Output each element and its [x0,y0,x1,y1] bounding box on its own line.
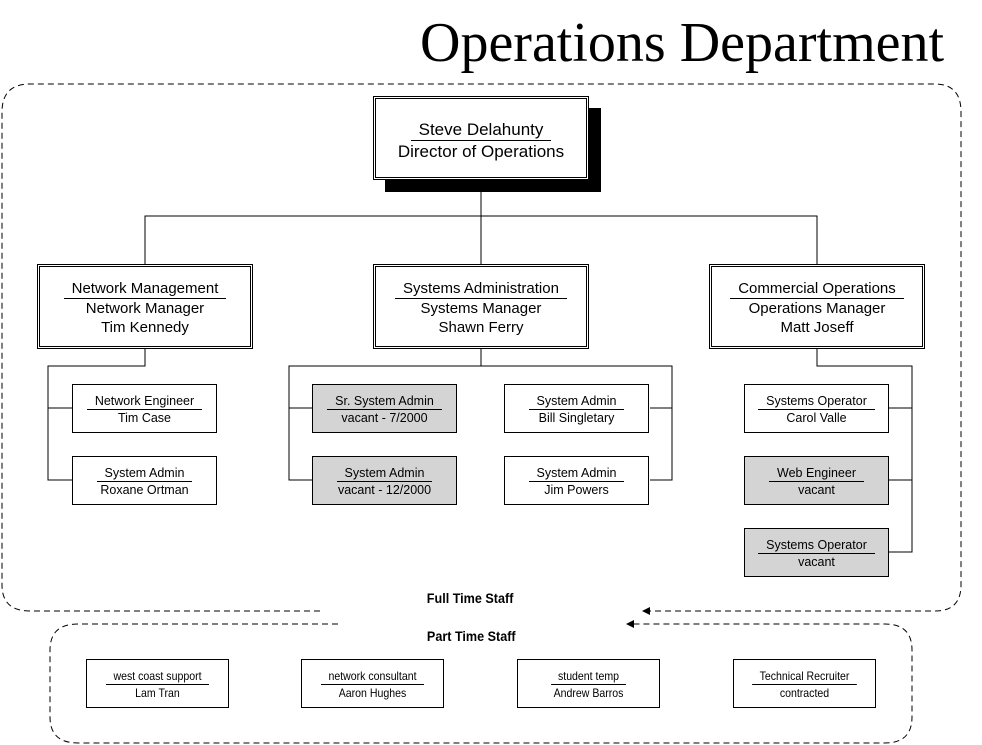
manager-box-systems[interactable]: Systems Administration Systems Manager S… [373,264,589,349]
staff-box-vacant[interactable]: Sr. System Admin vacant - 7/2000 [312,384,457,433]
director-title: Director of Operations [397,142,565,161]
part-time-box[interactable]: student temp Andrew Barros [517,659,660,708]
staff-role: System Admin [336,465,433,482]
staff-box-vacant[interactable]: Systems Operator vacant [744,528,889,577]
manager-role: Operations Manager [748,300,886,317]
manager-name: Tim Kennedy [101,319,189,336]
manager-name: Matt Joseff [780,319,854,336]
staff-name: Tim Case [117,411,171,425]
staff-name: Bill Singletary [538,411,615,425]
staff-role: Sr. System Admin [327,393,442,410]
staff-role: System Admin [96,465,193,482]
staff-role: System Admin [528,465,625,482]
staff-name: vacant - 12/2000 [337,483,432,497]
staff-role: System Admin [528,393,625,410]
manager-role: Systems Manager [420,300,542,317]
staff-box-vacant[interactable]: Web Engineer vacant [744,456,889,505]
staff-box[interactable]: System Admin Jim Powers [504,456,649,505]
manager-name: Shawn Ferry [438,319,524,336]
manager-role: Network Manager [85,300,205,317]
manager-box-commercial[interactable]: Commercial Operations Operations Manager… [709,264,925,349]
staff-name: Jim Powers [544,483,609,497]
staff-name: vacant [798,483,835,497]
staff-name: Roxane Ortman [100,483,189,497]
director-name: Steve Delahunty [410,119,552,141]
part-time-name: Lam Tran [135,686,180,700]
part-time-box[interactable]: west coast support Lam Tran [86,659,229,708]
director-box[interactable]: Steve Delahunty Director of Operations [373,96,589,180]
part-time-name: contracted [779,686,830,700]
part-time-label: Part Time Staff [426,628,516,644]
staff-box[interactable]: System Admin Bill Singletary [504,384,649,433]
manager-box-network[interactable]: Network Management Network Manager Tim K… [37,264,253,349]
staff-name: vacant [798,555,835,569]
staff-box[interactable]: Systems Operator Carol Valle [744,384,889,433]
staff-role: Systems Operator [758,537,875,554]
part-time-role: west coast support [106,668,209,685]
full-time-label: Full Time Staff [426,590,514,606]
staff-name: Carol Valle [786,411,847,425]
staff-name: vacant - 7/2000 [341,411,428,425]
part-time-name: Aaron Hughes [338,686,407,700]
staff-box-vacant[interactable]: System Admin vacant - 12/2000 [312,456,457,505]
staff-box[interactable]: Network Engineer Tim Case [72,384,217,433]
part-time-role: network consultant [321,668,424,685]
part-time-role: student temp [550,668,627,685]
part-time-box[interactable]: network consultant Aaron Hughes [301,659,444,708]
manager-dept: Commercial Operations [730,279,904,299]
manager-dept: Systems Administration [395,279,567,299]
part-time-name: Andrew Barros [553,686,624,700]
part-time-box[interactable]: Technical Recruiter contracted [733,659,876,708]
staff-role: Systems Operator [758,393,875,410]
staff-role: Network Engineer [86,393,203,410]
part-time-role: Technical Recruiter [752,668,857,685]
staff-role: Web Engineer [769,465,864,482]
manager-dept: Network Management [63,279,227,299]
staff-box[interactable]: System Admin Roxane Ortman [72,456,217,505]
